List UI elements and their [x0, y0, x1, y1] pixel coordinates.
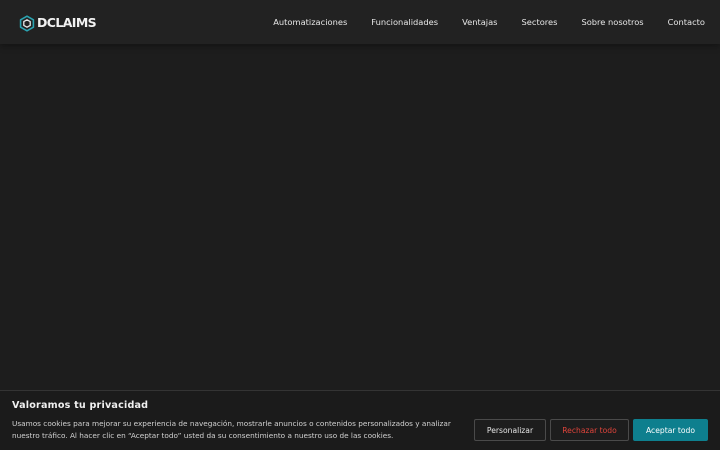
reject-all-button[interactable]: Rechazar todo: [550, 419, 629, 441]
dclaims-hexagon-logo-icon: [19, 14, 35, 32]
logo-link[interactable]: DCLAIMS: [19, 14, 97, 32]
logo-text: DCLAIMS: [37, 15, 97, 30]
nav-item-ventajas[interactable]: Ventajas: [462, 0, 497, 44]
nav-item-funcionalidades[interactable]: Funcionalidades: [371, 0, 438, 44]
cookie-consent-banner: Valoramos tu privacidad Usamos cookies p…: [0, 390, 720, 450]
cookie-banner-text: Usamos cookies para mejorar su experienc…: [12, 419, 451, 440]
nav-item-sobre-nosotros[interactable]: Sobre nosotros: [581, 0, 643, 44]
nav-item-automatizaciones[interactable]: Automatizaciones: [273, 0, 347, 44]
customize-cookies-button[interactable]: Personalizar: [474, 419, 546, 441]
nav-item-sectores[interactable]: Sectores: [522, 0, 558, 44]
site-header: DCLAIMS Automatizaciones Funcionalidades…: [0, 0, 720, 44]
page: DCLAIMS Automatizaciones Funcionalidades…: [0, 0, 720, 450]
main-nav: Automatizaciones Funcionalidades Ventaja…: [273, 0, 705, 44]
nav-item-contacto[interactable]: Contacto: [668, 0, 705, 44]
accept-all-button[interactable]: Aceptar todo: [633, 419, 708, 441]
cookie-banner-title: Valoramos tu privacidad: [12, 400, 149, 411]
